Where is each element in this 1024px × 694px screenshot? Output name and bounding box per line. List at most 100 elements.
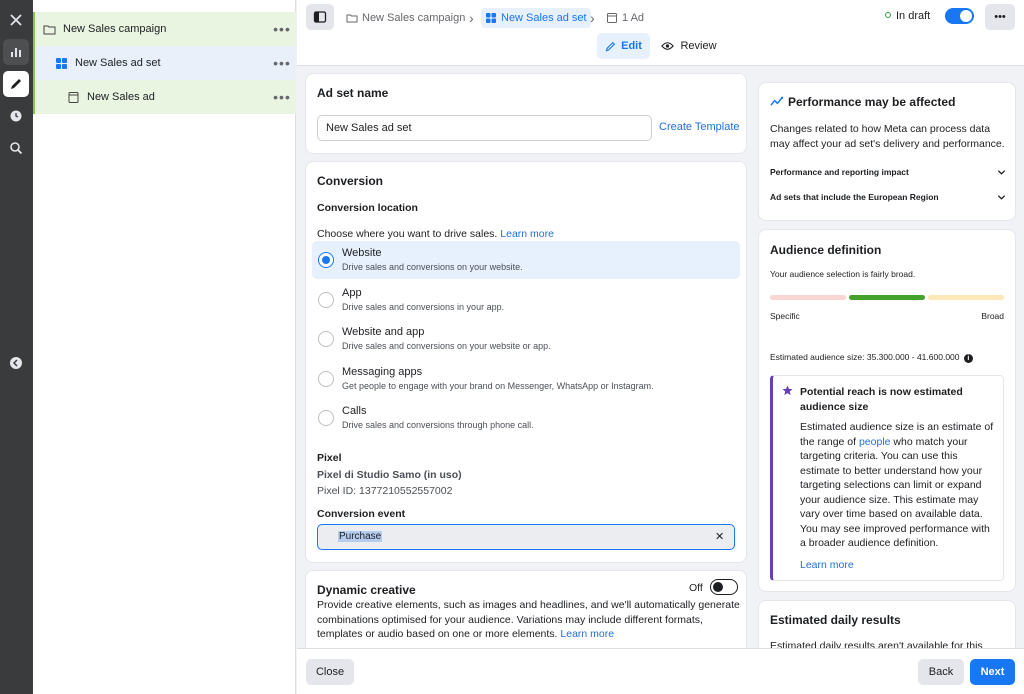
conversion-event-label: Conversion event [317,508,406,520]
clear-icon[interactable]: ✕ [715,530,724,543]
pixel-id: Pixel ID: 1377210552557002 [317,485,453,497]
pixel-label: Pixel [317,452,342,464]
chevron-down-icon [997,195,1006,200]
section-title: Estimated daily results [770,613,901,627]
conversion-prompt: Choose where you want to drive sales. Le… [317,228,554,240]
breadcrumb-label: 1 Ad [622,12,645,24]
create-template-link[interactable]: Create Template [659,121,740,133]
accordion-label: Performance and reporting impact [770,167,909,177]
close-icon[interactable] [3,7,29,33]
radio-option-calls[interactable]: Calls Drive sales and conversions throug… [312,399,740,437]
tree-item-campaign[interactable]: New Sales campaign ••• [33,12,296,46]
option-desc: Drive sales and conversions on your webs… [342,341,551,351]
ad-page-icon [67,91,80,104]
accordion-performance-impact[interactable]: Performance and reporting impact [770,167,1008,183]
more-options-button[interactable]: ••• [985,4,1015,30]
section-title: Performance may be affected [788,95,956,109]
radio-button[interactable] [318,410,334,426]
radio-button[interactable] [318,331,334,347]
clock-icon[interactable] [3,103,29,129]
top-bar: New Sales campaign › New Sales ad set › … [297,0,1024,66]
option-title: Website [342,247,382,259]
pencil-icon [605,41,616,51]
edit-pencil-icon[interactable] [3,71,29,97]
learn-more-link[interactable]: Learn more [560,628,614,640]
grid-icon [486,13,496,23]
notice-title: Potential reach is now estimated audienc… [800,386,963,413]
audience-summary: Your audience selection is fairly broad. [770,269,916,279]
pixel-name: Pixel di Studio Samo (in uso) [317,469,462,481]
collapse-chevron-icon[interactable] [3,350,29,376]
breadcrumb-label: New Sales ad set [501,12,587,24]
toggle-panel-button[interactable] [306,4,334,30]
option-title: Website and app [342,326,425,338]
section-title: Ad set name [317,86,389,100]
accordion-european-region[interactable]: Ad sets that include the European Region [770,192,1008,208]
audience-definition-card: Audience definition Your audience select… [759,230,1015,591]
learn-more-link[interactable]: Learn more [500,228,554,240]
more-options-icon[interactable]: ••• [268,55,296,71]
performance-desc: Changes related to how Meta can process … [770,123,1005,150]
meter-current [849,295,925,300]
chart-icon[interactable] [3,39,29,65]
footer-bar: Close Back Next [297,648,1024,694]
radio-option-messaging-apps[interactable]: Messaging apps Get people to engage with… [312,360,740,398]
tree-item-adset[interactable]: New Sales ad set ••• [33,46,296,80]
tree-label: New Sales campaign [63,23,167,35]
search-zoom-icon[interactable] [3,135,29,161]
breadcrumb-separator: › [469,10,474,26]
left-rail [0,0,33,694]
daily-results-card: Estimated daily results Estimated daily … [759,601,1015,648]
meter-label-broad: Broad [981,311,1004,321]
option-desc: Drive sales and conversions through phon… [342,420,534,430]
option-title: Messaging apps [342,366,423,378]
radio-option-website[interactable]: Website Drive sales and conversions on y… [312,241,740,279]
back-button[interactable]: Back [918,659,964,685]
info-icon[interactable]: i [963,354,973,363]
section-title: Audience definition [770,243,882,257]
learn-more-link[interactable]: Learn more [800,559,854,571]
breadcrumb-adset[interactable]: New Sales ad set [481,8,591,28]
radio-option-app[interactable]: App Drive sales and conversions in your … [312,281,740,319]
eye-icon [661,42,675,50]
radio-button[interactable] [318,371,334,387]
tree-item-ad[interactable]: New Sales ad ••• [33,80,296,114]
performance-card: Performance may be affected Changes rela… [759,83,1015,220]
adset-name-card: Ad set name Create Template [306,74,746,153]
next-button[interactable]: Next [970,659,1015,685]
conversion-event-select[interactable]: Purchase ✕ [317,524,735,550]
more-options-icon[interactable]: ••• [268,89,296,105]
performance-chart-icon [770,96,783,106]
breadcrumb-campaign[interactable]: New Sales campaign [346,8,465,28]
breadcrumb-label: New Sales campaign [362,12,466,24]
star-icon [782,385,793,396]
meter-broad [928,295,1004,300]
more-options-icon[interactable]: ••• [268,21,296,37]
radio-button[interactable] [318,252,334,268]
section-title: Dynamic creative [317,583,416,597]
breadcrumb-ad[interactable]: 1 Ad [606,8,644,28]
tab-label: Review [680,40,717,52]
tree-label: New Sales ad set [75,57,161,69]
people-link[interactable]: people [859,436,891,448]
close-button[interactable]: Close [306,659,354,685]
dynamic-creative-toggle[interactable] [710,579,738,595]
tab-label: Edit [621,40,642,52]
potential-reach-notice: Potential reach is now estimated audienc… [770,375,1004,581]
sidebar-icon [313,11,327,23]
toggle-state-label: Off [689,582,703,594]
folder-icon [43,23,56,36]
draft-toggle[interactable] [945,8,974,24]
option-desc: Drive sales and conversions in your app. [342,302,505,312]
tab-review[interactable]: Review [657,33,721,59]
chevron-down-icon [997,170,1006,175]
campaign-tree: New Sales campaign ••• New Sales ad set … [33,0,296,694]
adset-name-input[interactable] [317,115,652,141]
radio-button[interactable] [318,292,334,308]
radio-option-website-and-app[interactable]: Website and app Drive sales and conversi… [312,320,740,358]
folder-icon [346,14,358,23]
tab-edit[interactable]: Edit [597,33,650,59]
option-title: Calls [342,405,367,417]
prompt-text: Choose where you want to drive sales. [317,228,498,240]
option-title: App [342,287,362,299]
